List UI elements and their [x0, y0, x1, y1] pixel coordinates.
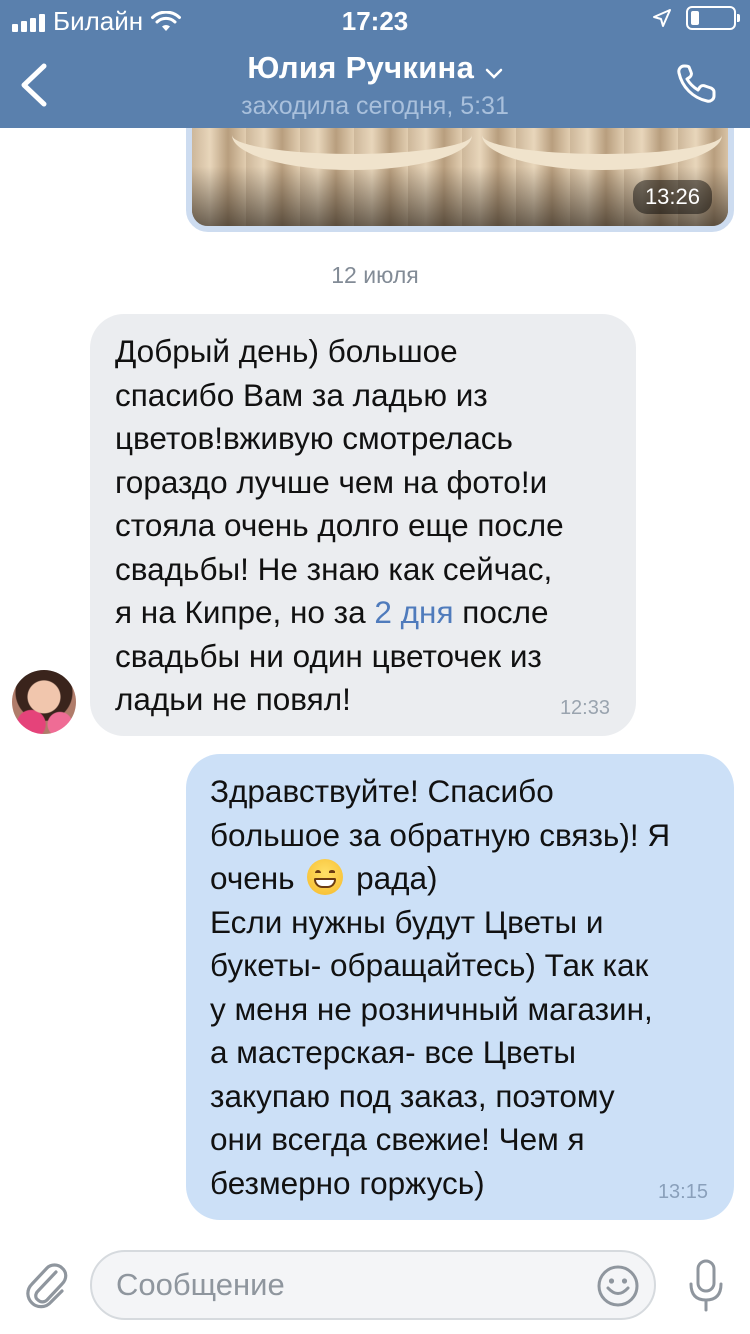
mic-icon[interactable]	[686, 1258, 726, 1314]
top-header: Билайн 17:23 Юлия Ручкина заходила сегод…	[0, 0, 750, 128]
attach-icon[interactable]	[22, 1258, 70, 1310]
message-input[interactable]	[114, 1252, 584, 1318]
outgoing-message-text: Здравствуйте! Спасибо большое за обратну…	[210, 773, 671, 1201]
outgoing-message-time: 13:15	[657, 1181, 708, 1203]
date-separator: 12 июля	[331, 262, 419, 288]
status-bar: Билайн 17:23	[0, 0, 750, 40]
status-time: 17:23	[341, 6, 409, 36]
avatar[interactable]	[12, 670, 76, 734]
message-input-box[interactable]	[90, 1250, 656, 1320]
contact-title[interactable]: Юлия Ручкина заходила сегодня, 5:31	[0, 50, 750, 121]
incoming-message-text: Добрый день) большое спасибо Вам за ладь…	[115, 333, 564, 717]
incoming-message[interactable]: Добрый день) большое спасибо Вам за ладь…	[90, 314, 636, 736]
contact-name: Юлия Ручкина	[247, 50, 475, 85]
battery-icon	[686, 6, 740, 30]
date-link[interactable]: 2 дня	[374, 594, 453, 630]
status-right	[652, 6, 740, 30]
message-composer	[0, 1234, 750, 1334]
location-arrow-icon	[653, 9, 671, 27]
outgoing-message[interactable]: Здравствуйте! Спасибо большое за обратну…	[186, 754, 734, 1220]
chevron-down-icon	[485, 68, 502, 79]
chat-area[interactable]: 13:26 12 июля Добрый день) большое спаси…	[0, 128, 750, 1234]
phone-icon[interactable]	[674, 62, 718, 106]
grinning-face-emoji-icon	[307, 859, 344, 895]
emoji-icon[interactable]	[596, 1264, 640, 1308]
photo-message[interactable]: 13:26	[186, 128, 734, 232]
last-seen: заходила сегодня, 5:31	[241, 92, 509, 120]
photo-time: 13:26	[632, 180, 712, 214]
incoming-message-time: 12:33	[559, 697, 610, 719]
